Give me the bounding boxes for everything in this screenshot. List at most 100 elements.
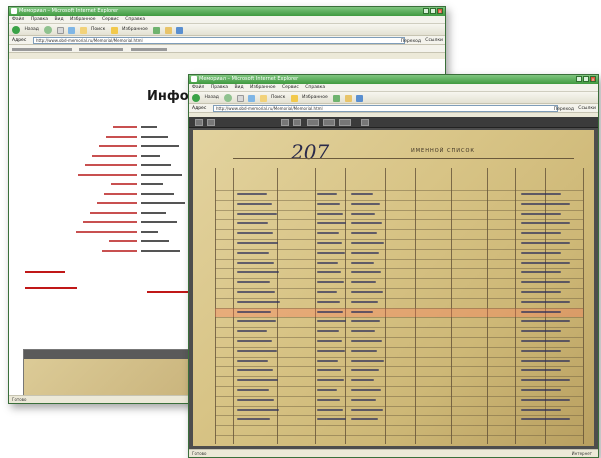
handwritten-entry bbox=[521, 330, 561, 333]
handwritten-entry bbox=[351, 310, 373, 313]
viewer-print-icon[interactable] bbox=[339, 119, 351, 126]
info-field-label bbox=[102, 249, 137, 252]
menu-help[interactable]: Справка bbox=[125, 17, 145, 22]
handwritten-entry bbox=[317, 398, 340, 401]
stop-icon[interactable] bbox=[56, 26, 64, 34]
handwritten-entry bbox=[351, 193, 373, 195]
viewer-prev-icon[interactable] bbox=[195, 119, 203, 126]
print-icon[interactable] bbox=[356, 94, 364, 102]
handwritten-entry bbox=[237, 261, 274, 264]
viewer-fit-icon[interactable] bbox=[307, 119, 319, 126]
links-button[interactable]: Ссылки bbox=[578, 104, 596, 112]
links-bar-item[interactable] bbox=[79, 47, 124, 51]
info-field-label bbox=[111, 183, 137, 185]
search-label[interactable]: Поиск bbox=[271, 95, 285, 100]
media-icon[interactable] bbox=[153, 26, 161, 34]
handwritten-entry bbox=[317, 349, 345, 352]
table-row-line bbox=[215, 278, 583, 280]
refresh-icon[interactable] bbox=[68, 26, 76, 34]
print-icon[interactable] bbox=[176, 26, 184, 34]
back-window-title: Мемориал – Microsoft Internet Explorer bbox=[19, 8, 119, 14]
back-label[interactable]: Назад bbox=[24, 27, 38, 32]
viewer-zoom-out-icon[interactable] bbox=[293, 119, 301, 126]
table-row-line bbox=[215, 307, 583, 309]
home-icon[interactable] bbox=[259, 94, 267, 102]
handwritten-entry bbox=[521, 291, 561, 293]
handwritten-entry bbox=[351, 330, 375, 333]
handwritten-entry bbox=[521, 232, 561, 235]
menu-file[interactable]: Файл bbox=[12, 17, 24, 22]
viewer-rotate-icon[interactable] bbox=[323, 119, 335, 126]
handwritten-entry bbox=[351, 369, 379, 372]
links-button[interactable]: Ссылки bbox=[425, 36, 443, 44]
back-arrow-icon[interactable] bbox=[192, 94, 200, 102]
back-label[interactable]: Назад bbox=[204, 95, 218, 100]
menu-edit[interactable]: Правка bbox=[31, 17, 48, 22]
home-icon[interactable] bbox=[79, 26, 87, 34]
links-bar-item[interactable] bbox=[130, 47, 167, 51]
menu-edit[interactable]: Правка bbox=[211, 85, 228, 90]
handwritten-entry bbox=[237, 379, 278, 382]
favorites-label[interactable]: Избранное bbox=[122, 27, 148, 32]
back-title-bar[interactable]: Мемориал – Microsoft Internet Explorer × bbox=[9, 7, 445, 16]
table-row-line bbox=[215, 288, 583, 289]
menu-favorites[interactable]: Избранное bbox=[250, 85, 276, 90]
info-field-row bbox=[9, 190, 189, 198]
menu-tools[interactable]: Сервис bbox=[282, 85, 299, 90]
folder-icon[interactable] bbox=[344, 94, 352, 102]
table-row-line bbox=[215, 376, 583, 378]
table-column-line bbox=[583, 168, 584, 444]
red-link[interactable] bbox=[25, 271, 65, 273]
viewer-save-icon[interactable] bbox=[361, 119, 369, 126]
stop-icon[interactable] bbox=[236, 94, 244, 102]
front-address-input[interactable]: http://www.obd-memorial.ru/Memorial/Memo… bbox=[213, 105, 558, 112]
close-button[interactable]: × bbox=[437, 8, 443, 14]
favorites-star-icon[interactable] bbox=[110, 26, 118, 34]
menu-view[interactable]: Вид bbox=[234, 85, 243, 90]
viewer-next-icon[interactable] bbox=[207, 119, 215, 126]
handwritten-entry bbox=[351, 261, 374, 264]
menu-help[interactable]: Справка bbox=[305, 85, 325, 90]
handwritten-entry bbox=[237, 359, 268, 362]
handwritten-entry bbox=[351, 408, 383, 411]
back-links-bar bbox=[9, 45, 445, 53]
forward-arrow-icon[interactable] bbox=[44, 26, 53, 34]
forward-arrow-icon[interactable] bbox=[224, 94, 233, 102]
media-icon[interactable] bbox=[333, 94, 341, 102]
table-row-line bbox=[215, 317, 583, 319]
menu-favorites[interactable]: Избранное bbox=[70, 17, 96, 22]
menu-tools[interactable]: Сервис bbox=[102, 17, 119, 22]
back-address-input[interactable]: http://www.obd-memorial.ru/Memorial/Memo… bbox=[33, 37, 405, 44]
favorites-label[interactable]: Избранное bbox=[302, 95, 328, 100]
info-field-label bbox=[97, 202, 137, 204]
front-status-text: Готово bbox=[192, 451, 207, 456]
handwritten-entry bbox=[317, 242, 342, 244]
go-button[interactable]: Переход bbox=[401, 37, 421, 44]
back-arrow-icon[interactable] bbox=[12, 26, 20, 34]
search-label[interactable]: Поиск bbox=[91, 27, 105, 32]
handwritten-entry bbox=[237, 242, 278, 244]
handwritten-entry bbox=[317, 281, 344, 284]
table-row-line bbox=[215, 356, 583, 358]
handwritten-entry bbox=[521, 212, 561, 215]
maximize-button[interactable] bbox=[430, 8, 436, 14]
links-bar-item[interactable] bbox=[12, 47, 72, 51]
handwritten-entry bbox=[237, 251, 269, 254]
minimize-button[interactable] bbox=[423, 8, 429, 14]
table-row-line bbox=[215, 219, 583, 221]
favorites-star-icon[interactable] bbox=[290, 94, 298, 102]
handwritten-entry bbox=[237, 349, 277, 352]
front-title-bar[interactable]: Мемориал – Microsoft Internet Explorer × bbox=[189, 75, 598, 84]
go-button[interactable]: Переход bbox=[554, 105, 574, 112]
close-button[interactable]: × bbox=[590, 76, 596, 82]
folder-icon[interactable] bbox=[164, 26, 172, 34]
red-link[interactable] bbox=[25, 287, 77, 289]
handwritten-entry bbox=[351, 232, 377, 235]
minimize-button[interactable] bbox=[576, 76, 582, 82]
maximize-button[interactable] bbox=[583, 76, 589, 82]
viewer-zoom-in-icon[interactable] bbox=[281, 119, 289, 126]
menu-file[interactable]: Файл bbox=[192, 85, 204, 90]
menu-view[interactable]: Вид bbox=[54, 17, 63, 22]
info-field-value bbox=[141, 192, 174, 195]
refresh-icon[interactable] bbox=[248, 94, 256, 102]
